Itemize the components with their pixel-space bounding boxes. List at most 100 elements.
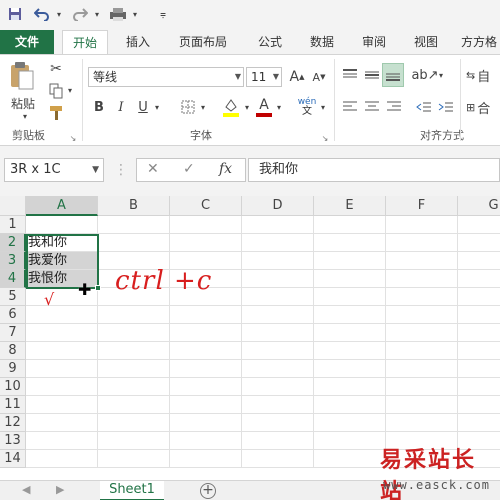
column-header-e[interactable]: E [314,196,386,216]
cell-e9[interactable] [314,360,386,378]
cell-a13[interactable] [26,432,98,450]
cell-b1[interactable] [98,216,170,234]
fill-handle[interactable] [95,285,101,291]
orientation-icon[interactable]: ab↗ [411,65,438,85]
column-header-c[interactable]: C [170,196,242,216]
cell-f9[interactable] [386,360,458,378]
row-header-11[interactable]: 11 [0,396,26,414]
cell-f1[interactable] [386,216,458,234]
format-painter-icon[interactable] [46,103,66,123]
cell-c1[interactable] [170,216,242,234]
align-center-icon[interactable] [362,97,382,117]
cell-d12[interactable] [242,414,314,432]
cell-d4[interactable] [242,270,314,288]
cell-d6[interactable] [242,306,314,324]
tab-page-layout[interactable]: 页面布局 [170,30,236,54]
cell-e4[interactable] [314,270,386,288]
clipboard-launcher-icon[interactable]: ↘ [68,133,78,143]
cell-a3[interactable]: 我爱你 [26,252,98,270]
cell-b14[interactable] [98,450,170,468]
cell-b11[interactable] [98,396,170,414]
wrap-text-button[interactable]: ⇆ 自 [466,65,500,85]
cancel-icon[interactable]: ✕ [147,161,159,177]
cell-f11[interactable] [386,396,458,414]
cell-e7[interactable] [314,324,386,342]
cell-g12[interactable] [458,414,500,432]
print-dropdown-icon[interactable]: ▾ [130,4,140,24]
row-header-14[interactable]: 14 [0,450,26,468]
cell-g8[interactable] [458,342,500,360]
cell-d2[interactable] [242,234,314,252]
cell-c6[interactable] [170,306,242,324]
cell-g1[interactable] [458,216,500,234]
cell-g10[interactable] [458,378,500,396]
increase-indent-icon[interactable] [436,97,456,117]
column-header-b[interactable]: B [98,196,170,216]
cell-b12[interactable] [98,414,170,432]
cell-e12[interactable] [314,414,386,432]
column-header-d[interactable]: D [242,196,314,216]
cell-f12[interactable] [386,414,458,432]
tab-home[interactable]: 开始 [62,30,108,54]
column-header-g[interactable]: G [458,196,500,216]
tab-insert[interactable]: 插入 [118,30,158,54]
redo-icon[interactable] [70,4,90,24]
cell-d7[interactable] [242,324,314,342]
cell-e8[interactable] [314,342,386,360]
font-color-button[interactable]: A [254,95,274,119]
cell-f8[interactable] [386,342,458,360]
align-right-icon[interactable] [384,97,404,117]
row-header-8[interactable]: 8 [0,342,26,360]
cell-d8[interactable] [242,342,314,360]
row-header-2[interactable]: 2 [0,234,26,252]
cell-b6[interactable] [98,306,170,324]
cell-b9[interactable] [98,360,170,378]
tab-review[interactable]: 审阅 [354,30,394,54]
paste-dropdown-icon[interactable]: ▾ [20,111,30,121]
cell-a8[interactable] [26,342,98,360]
cell-e2[interactable] [314,234,386,252]
align-top-icon[interactable] [340,65,360,85]
undo-dropdown-icon[interactable]: ▾ [54,4,64,24]
sheet-next-icon[interactable]: ▶ [56,483,64,496]
row-header-7[interactable]: 7 [0,324,26,342]
cell-f7[interactable] [386,324,458,342]
font-size-select[interactable]: 11 ▼ [246,67,282,87]
cell-d1[interactable] [242,216,314,234]
cell-f2[interactable] [386,234,458,252]
font-launcher-icon[interactable]: ↘ [320,133,330,143]
cell-g5[interactable] [458,288,500,306]
column-header-f[interactable]: F [386,196,458,216]
underline-dropdown-icon[interactable]: ▾ [152,99,162,115]
customize-icon[interactable]: ⩦ [156,4,170,24]
name-box[interactable]: 3R x 1C ▼ [4,158,104,182]
undo-icon[interactable] [32,4,52,24]
cell-c9[interactable] [170,360,242,378]
cell-f6[interactable] [386,306,458,324]
paste-icon[interactable] [6,59,38,93]
cell-d14[interactable] [242,450,314,468]
sheet-prev-icon[interactable]: ◀ [22,483,30,496]
fill-color-dropdown-icon[interactable]: ▾ [242,99,252,115]
phonetic-dropdown-icon[interactable]: ▾ [318,99,328,115]
row-header-3[interactable]: 3 [0,252,26,270]
cell-a9[interactable] [26,360,98,378]
row-header-12[interactable]: 12 [0,414,26,432]
cell-g9[interactable] [458,360,500,378]
grow-font-button[interactable]: A ▲ [288,67,306,87]
cell-g4[interactable] [458,270,500,288]
row-header-4[interactable]: 4 [0,270,26,288]
borders-dropdown-icon[interactable]: ▾ [198,99,208,115]
cell-e14[interactable] [314,450,386,468]
fill-color-icon[interactable] [220,95,242,119]
save-icon[interactable] [6,4,24,24]
orientation-dropdown-icon[interactable]: ▾ [436,67,446,83]
cell-d13[interactable] [242,432,314,450]
cell-g6[interactable] [458,306,500,324]
cell-b7[interactable] [98,324,170,342]
cell-f10[interactable] [386,378,458,396]
column-header-a[interactable]: A [26,196,98,216]
cell-g3[interactable] [458,252,500,270]
cell-f5[interactable] [386,288,458,306]
cell-e3[interactable] [314,252,386,270]
